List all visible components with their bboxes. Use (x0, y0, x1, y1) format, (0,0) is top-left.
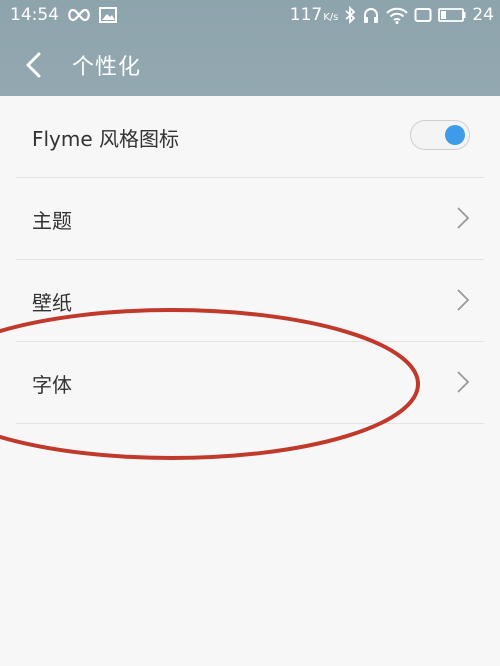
settings-item-label: Flyme 风格图标 (32, 127, 180, 151)
battery-level: 24 (472, 5, 494, 25)
chevron-right-icon (457, 289, 470, 311)
app-header: 14:54 117K/s 24 个性化 (0, 0, 500, 96)
settings-item-flyme-icons[interactable]: Flyme 风格图标 (16, 96, 484, 178)
settings-list: Flyme 风格图标 主题 壁纸 字体 (0, 96, 500, 424)
page-title: 个性化 (72, 55, 142, 80)
flyme-icons-toggle[interactable] (410, 120, 470, 150)
back-arrow-icon (26, 52, 41, 78)
chevron-right-icon (457, 371, 470, 393)
image-icon (99, 7, 117, 23)
settings-item-label: 壁纸 (32, 291, 72, 315)
settings-item-theme[interactable]: 主题 (16, 178, 484, 260)
settings-item-wallpaper[interactable]: 壁纸 (16, 260, 484, 342)
bluetooth-icon (344, 6, 356, 24)
status-bar: 14:54 117K/s 24 (0, 0, 500, 32)
headphones-icon (362, 6, 380, 24)
settings-item-label: 主题 (32, 209, 72, 233)
settings-item-font[interactable]: 字体 (16, 342, 484, 424)
network-speed-unit: K/s (323, 12, 339, 23)
toggle-knob (445, 125, 465, 145)
settings-item-label: 字体 (32, 373, 72, 397)
network-speed: 117K/s (289, 5, 339, 25)
wifi-icon (386, 7, 409, 24)
back-button[interactable] (18, 48, 52, 82)
title-bar: 个性化 (0, 38, 500, 90)
chevron-right-icon (457, 207, 470, 229)
battery-icon (438, 7, 466, 23)
status-time: 14:54 (10, 5, 59, 25)
infinity-icon (67, 8, 91, 22)
screen-icon (414, 7, 432, 23)
